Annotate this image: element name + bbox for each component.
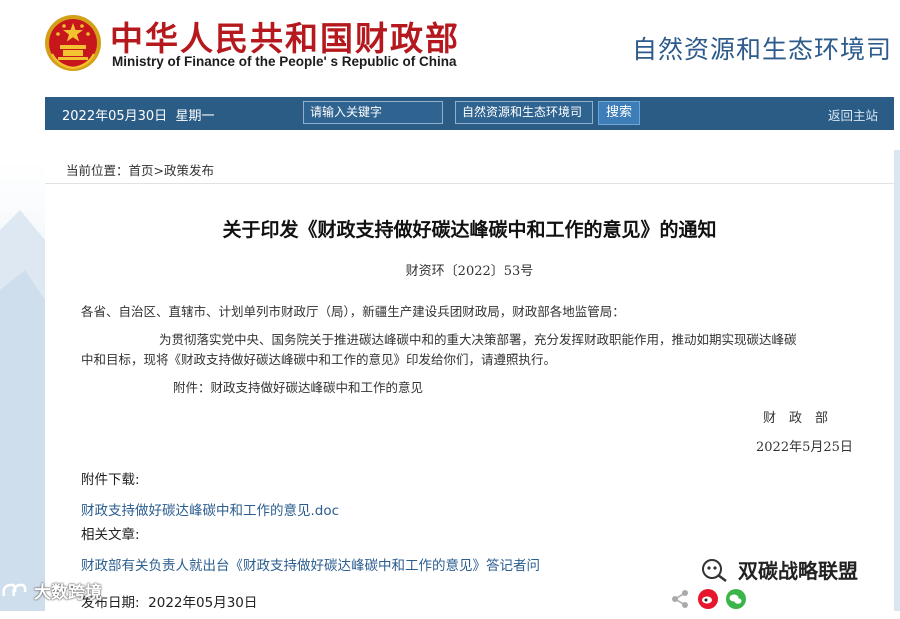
breadcrumb-prefix: 当前位置： — [66, 163, 129, 178]
share-icons — [670, 589, 746, 609]
weekday-text: 星期一 — [175, 109, 215, 124]
watermark-right: 双碳战略联盟 — [700, 555, 858, 584]
publish-date-value: 2022年05月30日 — [148, 595, 258, 611]
related-article-link[interactable]: 财政部有关负责人就出台《财政支持做好碳达峰碳中和工作的意见》答记者问 — [81, 554, 540, 574]
date-text: 2022年05月30日 — [62, 109, 168, 124]
wechat-search-icon — [702, 558, 727, 582]
search-button[interactable]: 搜索 — [598, 101, 640, 125]
publish-date: 发布日期: 2022年05月30日 — [81, 591, 257, 611]
breadcrumb: 当前位置：首页>政策发布 — [66, 160, 214, 179]
document-attachment-note: 附件：财政支持做好碳达峰碳中和工作的意见 — [173, 380, 424, 395]
document-title: 关于印发《财政支持做好碳达峰碳中和工作的意见》的通知 — [222, 219, 717, 241]
background-mountains-right — [894, 150, 900, 611]
attachment-download-link[interactable]: 财政支持做好碳达峰碳中和工作的意见.doc — [81, 499, 339, 519]
breadcrumb-separator: > — [153, 163, 165, 178]
watermark-left-text: 大数跨境 — [34, 583, 102, 603]
document-sign-date: 2022年5月25日 — [756, 440, 853, 455]
content-panel: 当前位置：首页>政策发布 关于印发《财政支持做好碳达峰碳中和工作的意见》的通知 … — [45, 149, 894, 619]
department-title: 自然资源和生态环境司 — [631, 35, 892, 64]
wechat-icon[interactable] — [726, 589, 746, 609]
breadcrumb-section-link[interactable]: 政策发布 — [164, 163, 214, 178]
return-home-link[interactable]: 返回主站 — [828, 105, 878, 124]
share-icon[interactable] — [670, 589, 690, 609]
ministry-name-cn[interactable]: 中华人民共和国财政部 — [110, 12, 460, 60]
search-scope-select[interactable]: 自然资源和生态环境司 — [455, 101, 593, 124]
watermark-logo-icon — [2, 583, 27, 596]
nav-bar: 2022年05月30日 星期一 请输入关键字 自然资源和生态环境司 搜索 返回主… — [45, 97, 894, 130]
current-date: 2022年05月30日 星期一 — [62, 105, 214, 124]
document-paragraph-line-1: 为贯彻落实党中央、国务院关于推进碳达峰碳中和的重大决策部署，充分发挥财政职能作用… — [159, 332, 797, 347]
watermark-right-text: 双碳战略联盟 — [738, 559, 858, 583]
background-mountains-left — [0, 210, 45, 611]
watermark-left: 大数跨境 — [0, 578, 102, 603]
document-addressee: 各省、自治区、直辖市、计划单列市财政厅（局），新疆生产建设兵团财政局，财政部各地… — [81, 304, 625, 319]
document-paragraph-line-2: 中和目标，现将《财政支持做好碳达峰碳中和工作的意见》印发给你们，请遵照执行。 — [81, 352, 557, 367]
related-articles-label: 相关文章: — [81, 527, 140, 543]
document-number: 财资环〔2022〕53号 — [405, 264, 534, 279]
breadcrumb-home-link[interactable]: 首页 — [129, 163, 154, 178]
document-signer: 财 政 部 — [763, 411, 829, 426]
search-input[interactable]: 请输入关键字 — [303, 101, 443, 124]
ministry-name-en: Ministry of Finance of the People' s Rep… — [112, 54, 457, 69]
national-emblem-icon[interactable] — [44, 14, 102, 72]
site-header: 中华人民共和国财政部 Ministry of Finance of the Pe… — [0, 0, 900, 92]
downloads-label: 附件下载: — [81, 472, 140, 488]
weibo-icon[interactable] — [698, 589, 718, 609]
divider — [45, 183, 894, 184]
